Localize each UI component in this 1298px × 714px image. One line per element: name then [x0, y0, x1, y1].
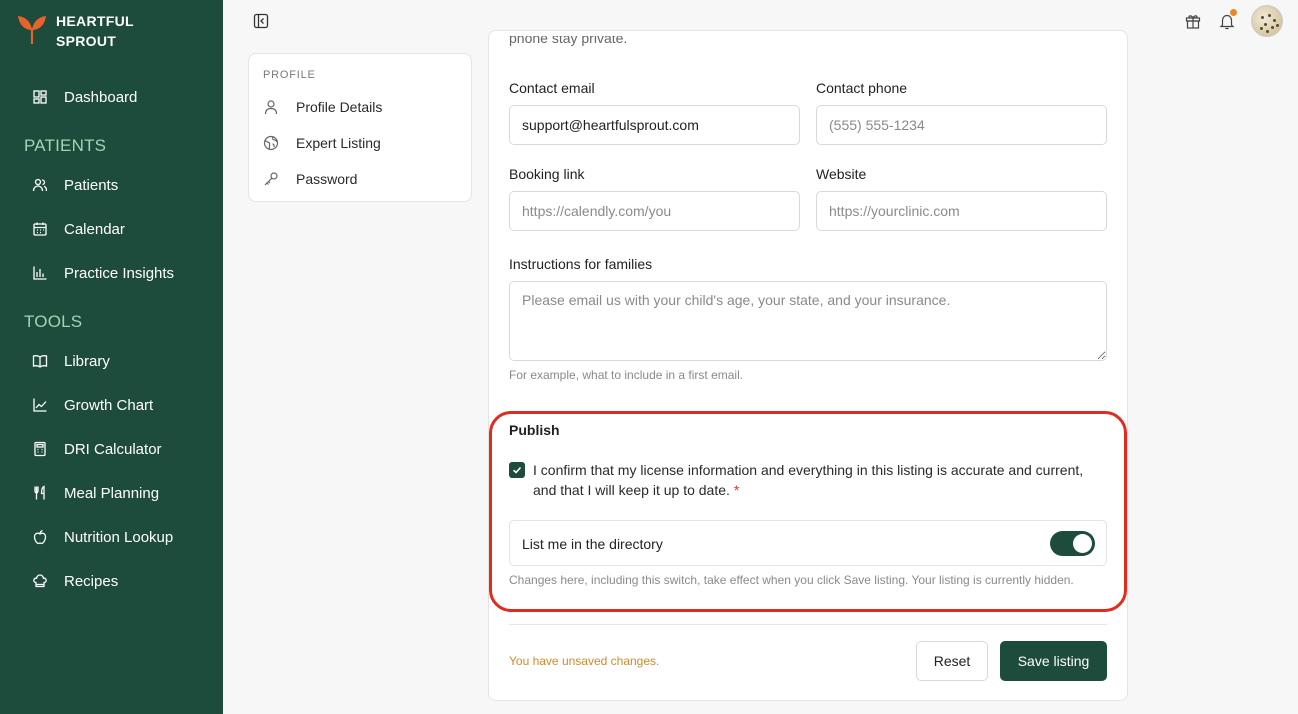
profile-nav-label: Profile Details [296, 99, 383, 115]
section-label-patients: PATIENTS [24, 136, 107, 155]
profile-nav-label: Password [296, 171, 358, 187]
sprout-logo-icon [14, 10, 50, 51]
sidebar-item-calendar[interactable]: Calendar [32, 218, 125, 240]
profile-nav-item-profile-details[interactable]: Profile Details [263, 99, 382, 115]
profile-nav-card: PROFILE Profile Details Expert Listing P… [248, 53, 472, 202]
sidebar-item-label: Calendar [64, 220, 125, 238]
unsaved-changes-text: You have unsaved changes. [509, 654, 660, 668]
publish-section-title: Publish [509, 422, 560, 438]
save-listing-button[interactable]: Save listing [1000, 641, 1107, 681]
dashboard-icon [32, 89, 48, 105]
apple-icon [32, 529, 48, 545]
toggle-knob [1073, 534, 1092, 553]
profile-nav-label: Expert Listing [296, 135, 381, 151]
brand-line-1: HEARTFUL [56, 13, 134, 29]
directory-toggle-switch[interactable] [1050, 531, 1095, 556]
sidebar-item-label: Meal Planning [64, 484, 160, 502]
profile-nav-item-expert-listing[interactable]: Expert Listing [263, 135, 381, 151]
sidebar-item-recipes[interactable]: Recipes [32, 570, 118, 592]
sidebar-item-label: DRI Calculator [64, 440, 162, 458]
sidebar-item-meal-planning[interactable]: Meal Planning [32, 482, 159, 504]
confirm-checkbox[interactable] [509, 462, 525, 478]
sidebar-item-label: Practice Insights [64, 264, 175, 282]
form-divider [509, 624, 1107, 625]
utensils-icon [32, 485, 48, 501]
reset-button[interactable]: Reset [916, 641, 988, 681]
sidebar-item-library[interactable]: Library [32, 350, 110, 372]
calculator-icon [32, 441, 48, 457]
confirm-label: I confirm that my license information an… [533, 462, 1084, 498]
profile-nav-item-password[interactable]: Password [263, 171, 357, 187]
clipped-description: phone stay private. [509, 36, 628, 46]
contact-email-label: Contact email [509, 80, 595, 96]
users-icon [32, 177, 48, 193]
sidebar-item-label: Recipes [64, 572, 119, 590]
brand-line-2: SPROUT [56, 33, 117, 49]
sidebar-item-label: Dashboard [64, 88, 138, 106]
section-label-tools: TOOLS [24, 312, 83, 331]
changes-note: Changes here, including this switch, tak… [509, 573, 1074, 587]
book-icon [32, 353, 48, 369]
instructions-textarea[interactable] [509, 281, 1107, 361]
sidebar-item-nutrition-lookup[interactable]: Nutrition Lookup [32, 526, 173, 548]
website-label: Website [816, 166, 867, 182]
globe-icon [263, 135, 279, 151]
website-input[interactable] [816, 191, 1107, 231]
sidebar-item-patients[interactable]: Patients [32, 174, 118, 196]
bar-chart-icon [32, 265, 48, 281]
sidebar-item-growth-chart[interactable]: Growth Chart [32, 394, 153, 416]
instructions-hint: For example, what to include in a first … [509, 368, 744, 382]
sidebar-item-dashboard[interactable]: Dashboard [32, 86, 137, 108]
profile-nav-header: PROFILE [263, 69, 316, 81]
booking-link-label: Booking link [509, 166, 585, 182]
sidebar-item-practice-insights[interactable]: Practice Insights [32, 262, 174, 284]
directory-toggle-label: List me in the directory [522, 536, 663, 552]
notification-dot [1230, 9, 1237, 16]
avatar[interactable] [1251, 5, 1283, 37]
sidebar-item-dri-calculator[interactable]: DRI Calculator [32, 438, 162, 460]
directory-toggle-row: List me in the directory [509, 520, 1107, 566]
contact-phone-input[interactable] [816, 105, 1107, 145]
gift-icon[interactable] [1184, 12, 1202, 30]
sidebar: HEARTFUL SPROUT Dashboard PATIENTS Patie… [0, 0, 223, 714]
contact-email-input[interactable] [509, 105, 800, 145]
brand[interactable]: HEARTFUL SPROUT [14, 10, 134, 51]
key-icon [263, 171, 279, 187]
instructions-label: Instructions for families [509, 256, 653, 272]
contact-phone-label: Contact phone [816, 80, 908, 96]
line-chart-icon [32, 397, 48, 413]
sidebar-item-label: Library [64, 352, 110, 370]
sidebar-item-label: Nutrition Lookup [64, 528, 174, 546]
required-mark: * [733, 482, 740, 498]
chef-hat-icon [32, 573, 48, 589]
booking-link-input[interactable] [509, 191, 800, 231]
calendar-icon [32, 221, 48, 237]
check-icon [512, 466, 522, 474]
confirm-text: I confirm that my license information an… [533, 460, 1093, 500]
sidebar-item-label: Patients [64, 176, 119, 194]
sidebar-item-label: Growth Chart [64, 396, 154, 414]
user-icon [263, 99, 279, 115]
sidebar-collapse-icon[interactable] [253, 13, 269, 29]
